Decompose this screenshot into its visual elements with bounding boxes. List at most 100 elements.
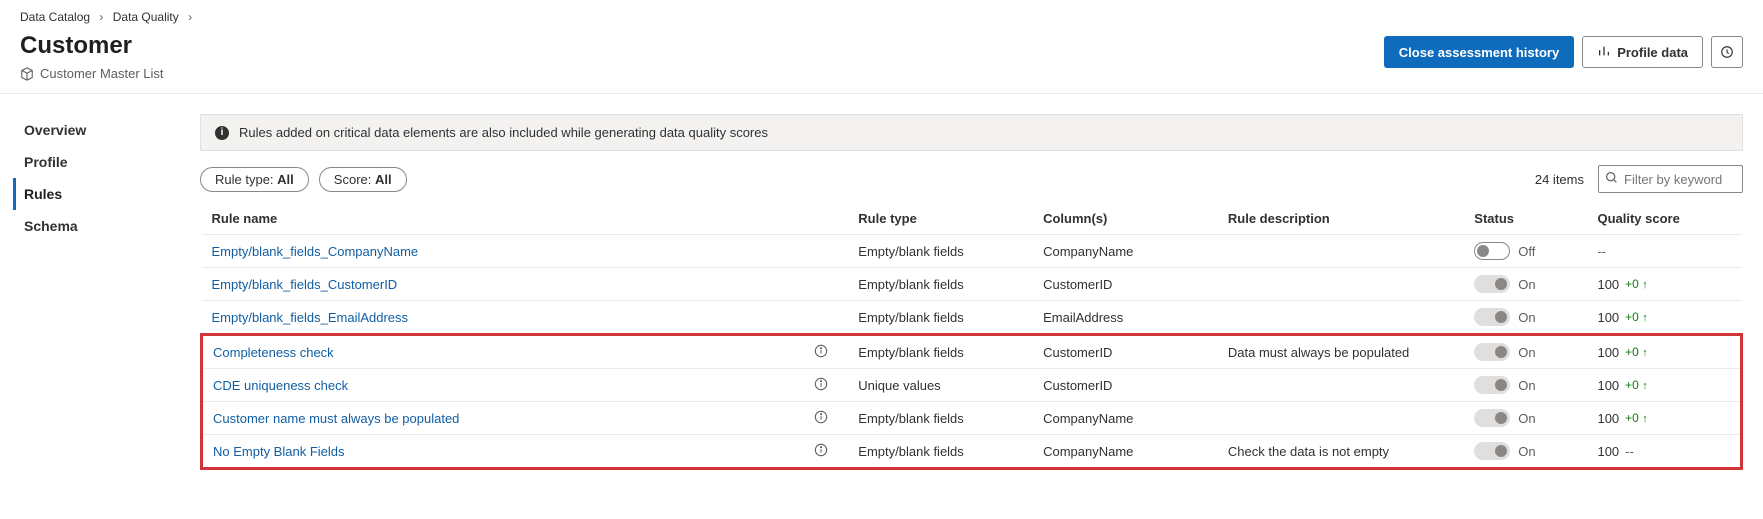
status-label: On xyxy=(1518,444,1535,459)
rule-description xyxy=(1218,301,1464,335)
status-toggle[interactable] xyxy=(1474,275,1510,293)
rule-name-link[interactable]: No Empty Blank Fields xyxy=(213,444,345,459)
table-row: No Empty Blank FieldsEmpty/blank fieldsC… xyxy=(202,435,1742,469)
sidebar-item-overview[interactable]: Overview xyxy=(24,114,200,146)
search-input[interactable] xyxy=(1598,165,1743,193)
table-row: Empty/blank_fields_CustomerID Empty/blank… xyxy=(202,268,1742,301)
header-actions: Close assessment history Profile data xyxy=(1384,36,1743,68)
history-icon-button[interactable] xyxy=(1711,36,1743,68)
table-row: Customer name must always be populated Em… xyxy=(202,402,1742,435)
breadcrumb-item[interactable]: Data Catalog xyxy=(20,10,90,24)
score-filter[interactable]: Score: All xyxy=(319,167,407,192)
rule-description xyxy=(1218,402,1464,435)
sidebar-item-rules[interactable]: Rules xyxy=(13,178,200,210)
content-area: i Rules added on critical data elements … xyxy=(200,94,1763,470)
score-delta: +0 ↑ xyxy=(1625,345,1648,359)
rule-type: Empty/blank fields xyxy=(848,301,1033,335)
sidebar-item-profile[interactable]: Profile xyxy=(24,146,200,178)
rule-type-filter[interactable]: Rule type: All xyxy=(200,167,309,192)
table-row: Empty/blank_fields_CompanyName Empty/blan… xyxy=(202,235,1742,268)
page-title: Customer xyxy=(20,32,164,60)
sidebar-item-schema[interactable]: Schema xyxy=(24,210,200,242)
rule-name-link[interactable]: Completeness check xyxy=(213,345,334,360)
score-value: 100 xyxy=(1597,345,1619,360)
col-header-status[interactable]: Status xyxy=(1464,203,1587,235)
rule-name-link[interactable]: CDE uniqueness check xyxy=(213,378,348,393)
info-banner: i Rules added on critical data elements … xyxy=(200,114,1743,151)
score-value: 100 xyxy=(1597,277,1619,292)
subtitle: Customer Master List xyxy=(40,66,164,81)
rule-columns: EmailAddress xyxy=(1033,301,1218,335)
profile-data-label: Profile data xyxy=(1617,45,1688,60)
table-row: Empty/blank_fields_EmailAddress Empty/bla… xyxy=(202,301,1742,335)
info-icon[interactable] xyxy=(813,410,828,427)
banner-text: Rules added on critical data elements ar… xyxy=(239,125,768,140)
profile-data-button[interactable]: Profile data xyxy=(1582,36,1703,68)
col-header-score[interactable]: Quality score xyxy=(1587,203,1741,235)
col-header-name[interactable]: Rule name xyxy=(202,203,849,235)
rule-columns: CompanyName xyxy=(1033,235,1218,268)
status-toggle[interactable] xyxy=(1474,376,1510,394)
rule-columns: CompanyName xyxy=(1033,435,1218,469)
status-label: On xyxy=(1518,310,1535,325)
score-value: 100 xyxy=(1597,310,1619,325)
rule-type: Empty/blank fields xyxy=(848,402,1033,435)
rule-columns: CustomerID xyxy=(1033,369,1218,402)
status-label: On xyxy=(1518,345,1535,360)
table-row: Completeness checkEmpty/blank fieldsCust… xyxy=(202,335,1742,369)
score-value: 100 xyxy=(1597,378,1619,393)
close-assessment-history-button[interactable]: Close assessment history xyxy=(1384,36,1574,68)
search-field[interactable] xyxy=(1618,172,1736,187)
cube-icon xyxy=(20,67,34,81)
chevron-right-icon: › xyxy=(188,10,192,24)
breadcrumb: Data Catalog › Data Quality › xyxy=(20,10,1743,24)
score-value: 100 xyxy=(1597,444,1619,459)
rule-name-link[interactable]: Customer name must always be populated xyxy=(213,411,459,426)
score-value: 100 xyxy=(1597,411,1619,426)
table-row: CDE uniqueness check Unique valuesCustome… xyxy=(202,369,1742,402)
rule-type: Empty/blank fields xyxy=(848,235,1033,268)
rule-columns: CustomerID xyxy=(1033,268,1218,301)
rules-table: Rule name Rule type Column(s) Rule descr… xyxy=(200,203,1743,470)
rule-description xyxy=(1218,369,1464,402)
rule-name-link[interactable]: Empty/blank_fields_CustomerID xyxy=(212,277,398,292)
info-icon[interactable] xyxy=(813,443,828,460)
rule-description xyxy=(1218,268,1464,301)
status-toggle[interactable] xyxy=(1474,343,1510,361)
score-value: -- xyxy=(1597,244,1606,259)
status-label: On xyxy=(1518,411,1535,426)
bar-chart-icon xyxy=(1597,44,1611,61)
col-header-cols[interactable]: Column(s) xyxy=(1033,203,1218,235)
status-label: Off xyxy=(1518,244,1535,259)
col-header-type[interactable]: Rule type xyxy=(848,203,1033,235)
rule-type: Empty/blank fields xyxy=(848,435,1033,469)
item-count: 24 items xyxy=(1535,172,1584,187)
col-header-desc[interactable]: Rule description xyxy=(1218,203,1464,235)
status-label: On xyxy=(1518,378,1535,393)
info-icon: i xyxy=(215,126,229,140)
info-icon[interactable] xyxy=(813,344,828,361)
score-delta: +0 ↑ xyxy=(1625,411,1648,425)
rule-type: Empty/blank fields xyxy=(848,268,1033,301)
info-icon[interactable] xyxy=(813,377,828,394)
status-toggle[interactable] xyxy=(1474,308,1510,326)
score-delta: +0 ↑ xyxy=(1625,310,1648,324)
rule-type: Empty/blank fields xyxy=(848,335,1033,369)
status-toggle[interactable] xyxy=(1474,442,1510,460)
score-delta: -- xyxy=(1625,444,1634,459)
chevron-right-icon: › xyxy=(99,10,103,24)
rule-type: Unique values xyxy=(848,369,1033,402)
status-toggle[interactable] xyxy=(1474,409,1510,427)
rule-name-link[interactable]: Empty/blank_fields_EmailAddress xyxy=(212,310,409,325)
rule-name-link[interactable]: Empty/blank_fields_CompanyName xyxy=(212,244,419,259)
rule-description: Check the data is not empty xyxy=(1218,435,1464,469)
rule-description xyxy=(1218,235,1464,268)
rule-description: Data must always be populated xyxy=(1218,335,1464,369)
status-label: On xyxy=(1518,277,1535,292)
score-delta: +0 ↑ xyxy=(1625,378,1648,392)
status-toggle[interactable] xyxy=(1474,242,1510,260)
search-icon xyxy=(1605,171,1618,187)
breadcrumb-item[interactable]: Data Quality xyxy=(113,10,179,24)
rule-columns: CompanyName xyxy=(1033,402,1218,435)
score-delta: +0 ↑ xyxy=(1625,277,1648,291)
